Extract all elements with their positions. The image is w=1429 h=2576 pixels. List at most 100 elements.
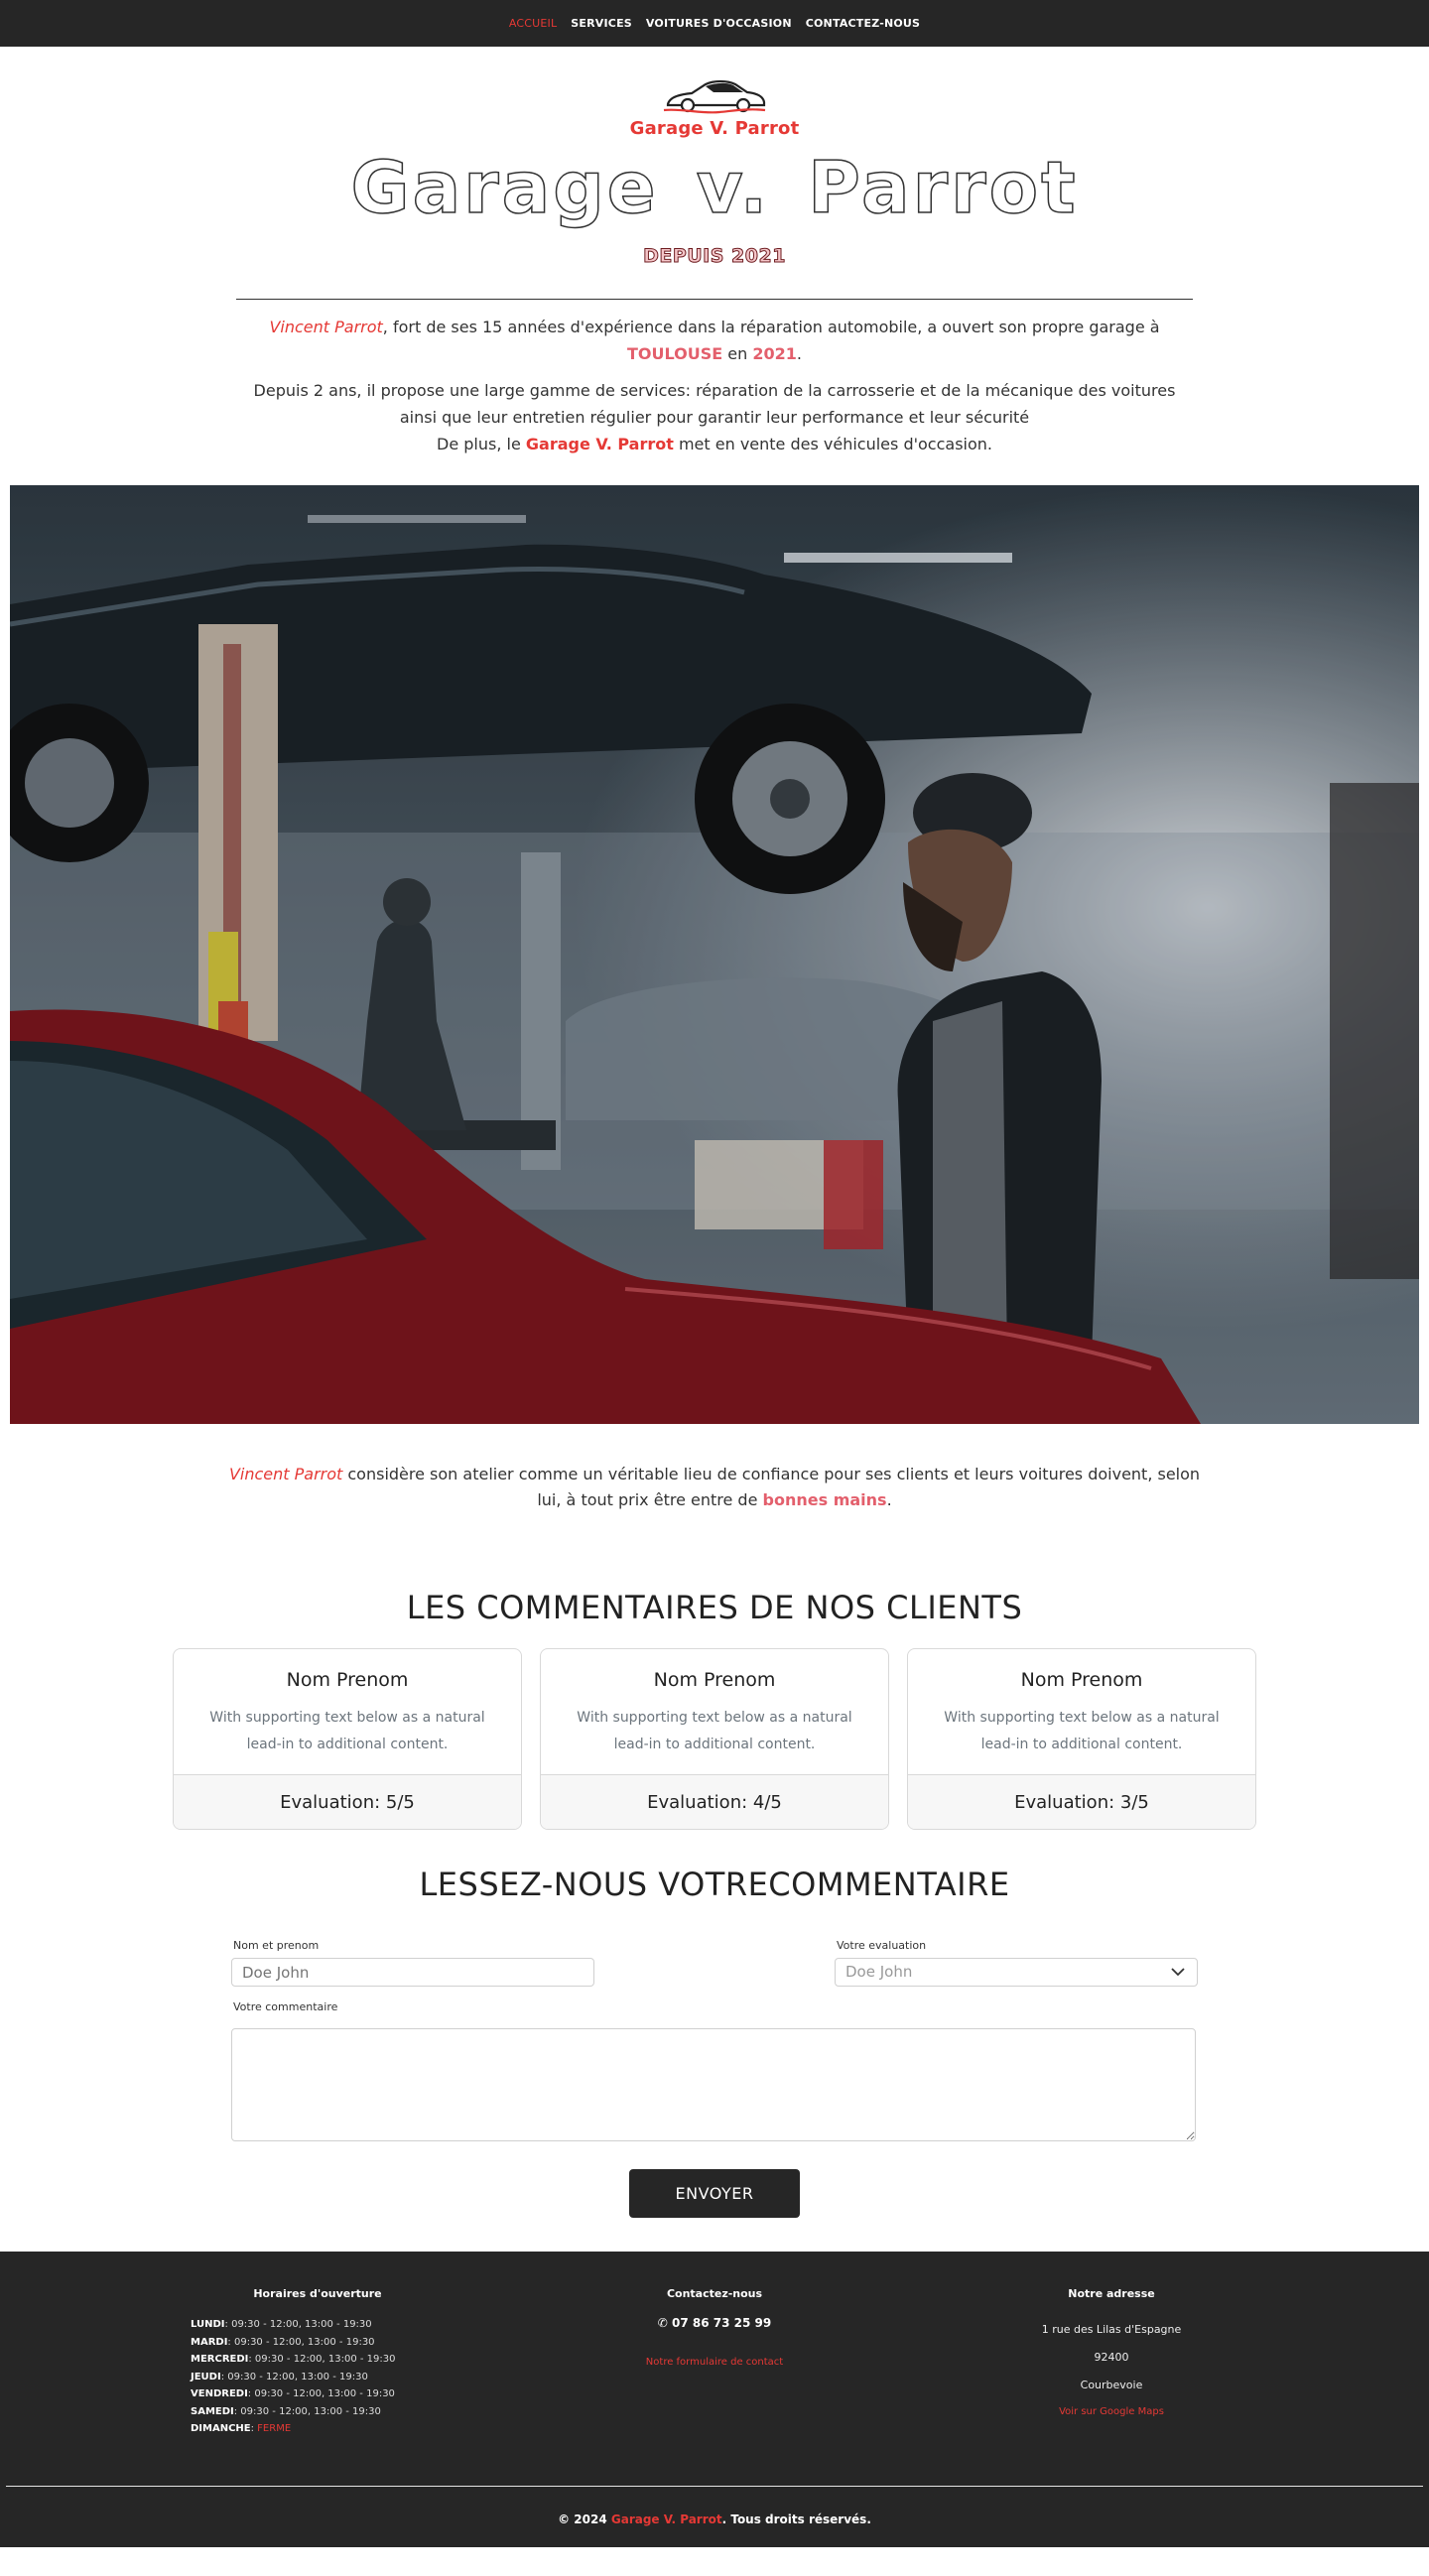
review-text: With supporting text below as a natural … (944, 1710, 1220, 1753)
address-line: 1 rue des Lilas d'Espagne (1041, 2323, 1182, 2337)
comment-textarea[interactable] (231, 2028, 1196, 2142)
quote-text-2: . (886, 1490, 892, 1510)
submit-wrap: ENVOYER (231, 2169, 1198, 2219)
rating-field-group: Votre evaluation Doe John (835, 1939, 1198, 1988)
phone-icon: ✆ (657, 2316, 668, 2331)
reviews-list: Nom Prenom With supporting text below as… (173, 1648, 1256, 1831)
address-title: Notre adresse (1068, 2287, 1155, 2301)
nav-contactez-nous[interactable]: CONTACTEZ-NOUS (806, 17, 920, 30)
address-postcode: 92400 (1094, 2351, 1129, 2365)
quote-owner-name: Vincent Parrot (228, 1465, 343, 1484)
footer-divider (6, 2485, 1423, 2487)
intro-paragraph-1: Vincent Parrot, fort de ses 15 années d'… (236, 314, 1193, 367)
hours-row: VENDREDI: 09:30 - 12:00, 13:00 - 19:30 (191, 2388, 395, 2400)
intro-text-3: . (796, 344, 802, 364)
hours-row: DIMANCHE: FERME (191, 2423, 292, 2435)
day-hours: 09:30 - 12:00, 13:00 - 19:30 (224, 2371, 368, 2383)
copyright-pre: © 2024 (558, 2512, 611, 2526)
logo[interactable]: Garage V. Parrot (630, 78, 800, 139)
submit-button[interactable]: ENVOYER (629, 2169, 800, 2219)
page-title: Garage v. Parrot (350, 146, 1079, 229)
review-rating: Evaluation: 5/5 (174, 1774, 521, 1830)
hero: Garage V. Parrot Garage v. Parrot DEPUIS… (0, 47, 1429, 268)
day-label: MARDI (191, 2336, 228, 2348)
review-card-body: Nom Prenom With supporting text below as… (908, 1649, 1255, 1774)
footer-address: Notre adresse 1 rue des Lilas d'Espagne … (963, 2287, 1260, 2438)
day-hours: 09:30 - 12:00, 13:00 - 19:30 (251, 2388, 395, 2400)
name-label: Nom et prenom (233, 1939, 320, 1953)
brand-highlight: Garage V. Parrot (525, 435, 674, 454)
rating-select-value: Doe John (835, 1958, 1198, 1988)
hours-row: SAMEDI: 09:30 - 12:00, 13:00 - 19:30 (191, 2405, 381, 2417)
review-author: Nom Prenom (653, 1669, 776, 1692)
review-card: Nom Prenom With supporting text below as… (173, 1648, 522, 1831)
intro-paragraph-3: De plus, le Garage V. Parrot met en vent… (236, 431, 1193, 457)
city-highlight: TOULOUSE (627, 344, 723, 364)
intro-paragraph-2: Depuis 2 ans, il propose une large gamme… (253, 381, 1176, 428)
owner-quote: Vincent Parrot considère son atelier com… (228, 1462, 1201, 1513)
hours-row: JEUDI: 09:30 - 12:00, 13:00 - 19:30 (191, 2371, 368, 2383)
owner-name: Vincent Parrot (269, 318, 383, 337)
garage-scene-illustration (10, 485, 1419, 1425)
form-row: Nom et prenom Votre evaluation Doe John (231, 1939, 1198, 1988)
review-card-body: Nom Prenom With supporting text below as… (174, 1649, 521, 1774)
nav-accueil[interactable]: ACCUEIL (509, 17, 557, 30)
reviews-title: LES COMMENTAIRES DE NOS CLIENTS (406, 1589, 1023, 1627)
comment-label: Votre commentaire (233, 2000, 338, 2014)
day-label: JEUDI (191, 2371, 221, 2383)
review-rating: Evaluation: 3/5 (908, 1774, 1255, 1830)
contact-title: Contactez-nous (666, 2287, 763, 2301)
comment-form: Nom et prenom Votre evaluation Doe John … (231, 1939, 1198, 2219)
nav-voitures-occasion[interactable]: VOITURES D'OCCASION (646, 17, 792, 30)
name-field-group: Nom et prenom (231, 1939, 594, 1988)
review-author: Nom Prenom (286, 1669, 409, 1692)
car-logo-icon (663, 79, 766, 114)
footer-contact: Contactez-nous ✆ 07 86 73 25 99 Notre fo… (566, 2287, 863, 2438)
address-city: Courbevoie (1080, 2379, 1143, 2392)
review-text: With supporting text below as a natural … (577, 1710, 852, 1753)
review-rating: Evaluation: 4/5 (541, 1774, 888, 1830)
hours-row: LUNDI: 09:30 - 12:00, 13:00 - 19:30 (191, 2319, 372, 2331)
day-hours: 09:30 - 12:00, 13:00 - 19:30 (230, 2336, 375, 2348)
day-label: LUNDI (191, 2319, 225, 2331)
day-hours-closed: FERME (254, 2423, 292, 2435)
rating-select[interactable]: Doe John (835, 1958, 1198, 1988)
hours-title: Horaires d'ouverture (253, 2287, 382, 2301)
intro-text-2: en (722, 344, 753, 364)
top-navbar: ACCUEIL SERVICES VOITURES D'OCCASION CON… (0, 0, 1429, 47)
day-hours: 09:30 - 12:00, 13:00 - 19:30 (227, 2319, 372, 2331)
rating-label: Votre evaluation (837, 1939, 927, 1953)
day-label: VENDREDI (191, 2388, 248, 2400)
intro-p3-text-2: met en vente des véhicules d'occasion. (673, 435, 992, 454)
copyright-brand: Garage V. Parrot (610, 2512, 722, 2526)
review-card-body: Nom Prenom With supporting text below as… (541, 1649, 888, 1774)
phone-text: 07 86 73 25 99 (672, 2316, 772, 2331)
phone-number[interactable]: ✆ 07 86 73 25 99 (566, 2316, 863, 2330)
nav-services[interactable]: SERVICES (571, 17, 632, 30)
footer-hours: Horaires d'ouverture LUNDI: 09:30 - 12:0… (169, 2287, 466, 2438)
hours-row: MARDI: 09:30 - 12:00, 13:00 - 19:30 (191, 2336, 375, 2348)
google-maps-link[interactable]: Voir sur Google Maps (1059, 2406, 1164, 2417)
footer-columns: Horaires d'ouverture LUNDI: 09:30 - 12:0… (169, 2287, 1260, 2438)
review-author: Nom Prenom (1020, 1669, 1143, 1692)
day-hours: 09:30 - 12:00, 13:00 - 19:30 (237, 2405, 381, 2417)
hours-row: MERCREDI: 09:30 - 12:00, 13:00 - 19:30 (191, 2354, 396, 2366)
comment-form-title: LESSEZ-NOUS VOTRECOMMENTAIRE (419, 1866, 1010, 1904)
since-badge: DEPUIS 2021 (643, 245, 786, 268)
review-card: Nom Prenom With supporting text below as… (540, 1648, 889, 1831)
day-label: SAMEDI (191, 2405, 234, 2417)
copyright-post: . Tous droits réservés. (721, 2512, 871, 2526)
day-label: MERCREDI (191, 2354, 249, 2366)
logo-text: Garage V. Parrot (629, 118, 800, 139)
hours-list: LUNDI: 09:30 - 12:00, 13:00 - 19:30 MARD… (169, 2316, 466, 2438)
quote-highlight: bonnes mains (762, 1490, 887, 1510)
copyright: © 2024 Garage V. Parrot. Tous droits rés… (0, 2512, 1429, 2526)
day-hours: 09:30 - 12:00, 13:00 - 19:30 (251, 2354, 396, 2366)
intro-text-1: , fort de ses 15 années d'expérience dan… (382, 318, 1160, 337)
year-highlight: 2021 (752, 344, 797, 364)
name-input[interactable] (231, 1958, 594, 1988)
footer: Horaires d'ouverture LUNDI: 09:30 - 12:0… (0, 2252, 1429, 2548)
chevron-down-icon (1171, 1968, 1185, 1977)
intro-p3-text-1: De plus, le (437, 435, 526, 454)
contact-form-link[interactable]: Notre formulaire de contact (646, 2357, 783, 2368)
